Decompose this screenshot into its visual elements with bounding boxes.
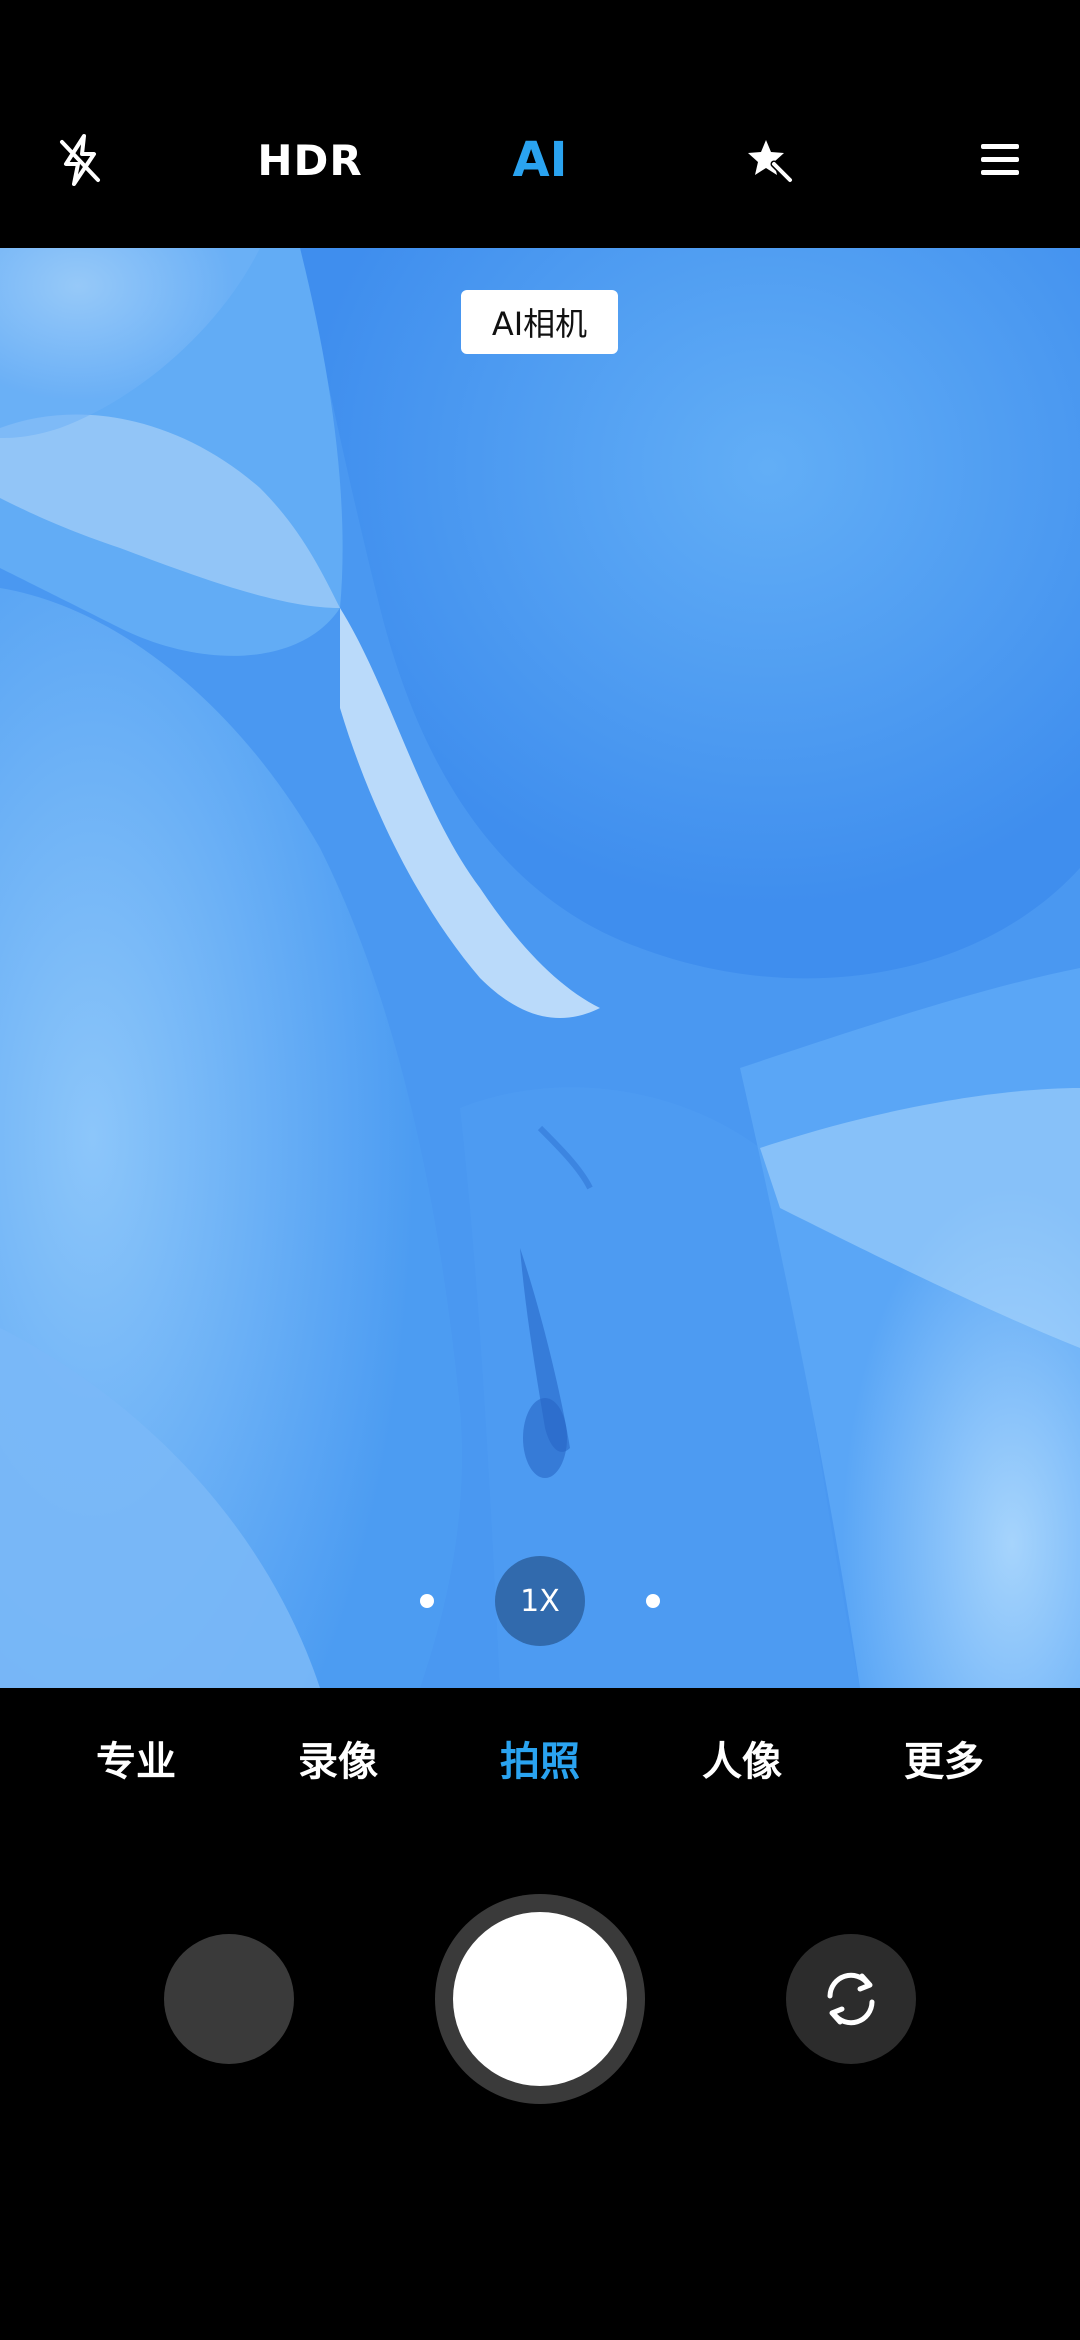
zoom-dot-wide[interactable]: [420, 1594, 434, 1608]
ai-toggle[interactable]: AI: [490, 128, 590, 192]
switch-camera-button[interactable]: [786, 1934, 916, 2064]
magic-star-icon[interactable]: [740, 128, 800, 192]
mode-more[interactable]: 更多: [884, 1732, 1004, 1792]
hdr-toggle[interactable]: HDR: [240, 128, 380, 192]
mode-photo[interactable]: 拍照: [480, 1732, 600, 1792]
flash-off-icon[interactable]: [50, 128, 110, 192]
gallery-thumbnail[interactable]: [164, 1934, 294, 2064]
bottom-controls: [0, 1848, 1080, 2340]
mode-pro[interactable]: 专业: [76, 1732, 196, 1792]
camera-viewfinder[interactable]: AI相机: [0, 248, 1080, 1688]
switch-camera-icon: [827, 1972, 875, 2026]
viewfinder-preview-image: [0, 248, 1080, 1688]
mode-video[interactable]: 录像: [278, 1732, 398, 1792]
zoom-button[interactable]: 1X: [495, 1556, 585, 1646]
top-bar: HDR AI: [0, 0, 1080, 248]
menu-icon[interactable]: [970, 128, 1030, 192]
zoom-dot-tele[interactable]: [646, 1594, 660, 1608]
mode-portrait[interactable]: 人像: [682, 1732, 802, 1792]
shutter-button[interactable]: [453, 1912, 627, 2086]
mode-selector: 专业 录像 拍照 人像 更多: [0, 1688, 1080, 1848]
ai-camera-badge: AI相机: [461, 290, 618, 354]
